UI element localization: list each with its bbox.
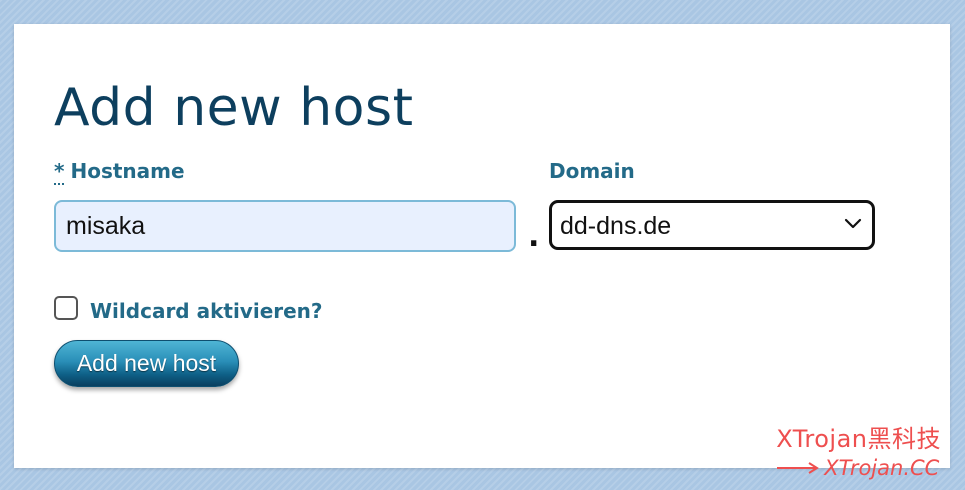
wildcard-label[interactable]: Wildcard aktivieren? [90,298,323,324]
hostname-input[interactable] [54,200,516,252]
domain-select-value: dd-dns.de [560,212,672,240]
hostname-label: * Hostname [54,158,185,185]
domain-separator: . [528,219,540,254]
hostname-label-text: Hostname [70,159,185,183]
chevron-down-icon [844,218,862,229]
page-title: Add new host [54,78,414,138]
arrow-right-icon [777,462,820,474]
wildcard-checkbox[interactable] [54,296,78,320]
add-new-host-button[interactable]: Add new host [54,340,239,387]
watermark-title: XTrojan黑科技 [776,425,941,453]
watermark-url-line: XTrojan.CC [776,454,941,482]
required-indicator: * [54,159,65,185]
domain-label: Domain [549,159,635,183]
form-panel: Add new host *Hostname Domain . dd-dns.d… [14,24,950,468]
domain-select[interactable]: dd-dns.de [549,200,875,250]
watermark-url: XTrojan.CC [824,456,940,480]
watermark: XTrojan黑科技 XTrojan.CC [776,424,941,482]
